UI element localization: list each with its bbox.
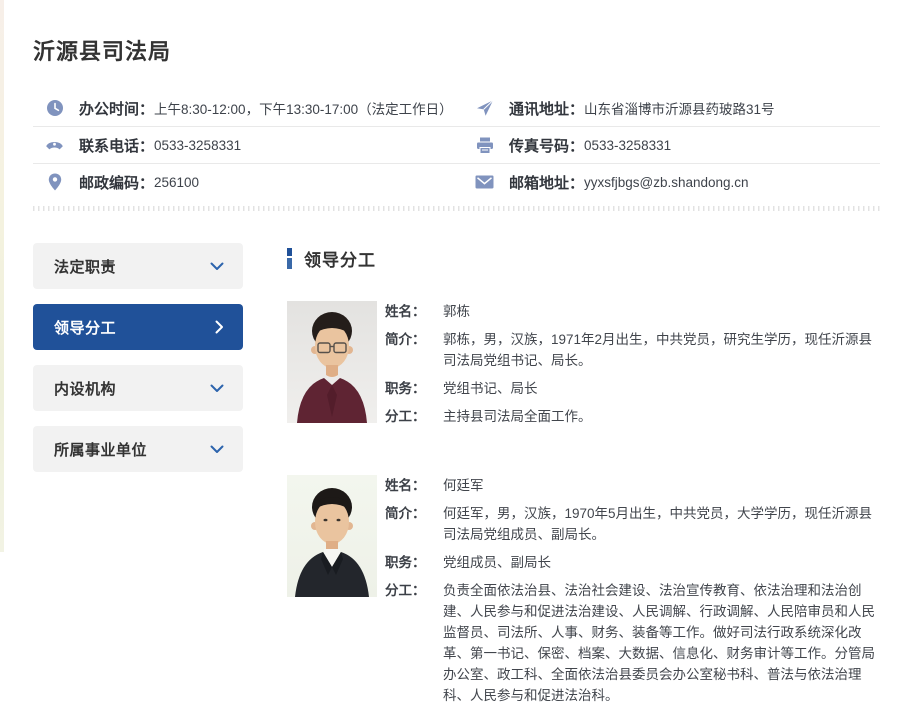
background-edge-strip	[0, 0, 4, 552]
contact-postal-code: 邮政编码： 256100	[33, 164, 450, 200]
sidebar-item-label: 内设机构	[54, 378, 116, 399]
fax-icon	[475, 136, 494, 155]
sidebar-item-label: 领导分工	[54, 317, 116, 338]
field-value: 郭栋，男，汉族，1971年2月出生，中共党员，研究生学历，现任沂源县司法局党组书…	[443, 329, 880, 371]
field-value: 负责全面依法治县、法治社会建设、法治宣传教育、依法治理和法治创建、人民参与和促进…	[443, 580, 880, 706]
leader-field-name: 姓名： 郭栋	[385, 301, 880, 322]
contact-info-panel: 办公时间： 上午8:30-12:00，下午13:30-17:00（法定工作日） …	[33, 90, 880, 200]
leader-fields: 姓名： 何廷军 简介： 何廷军，男，汉族，1970年5月出生，中共党员，大学学历…	[385, 475, 880, 706]
field-value: 主持县司法局全面工作。	[443, 406, 880, 427]
contact-phone: 联系电话： 0533-3258331	[33, 127, 450, 163]
field-label: 分工：	[385, 580, 443, 706]
field-value: 郭栋	[443, 301, 880, 322]
contact-row: 办公时间： 上午8:30-12:00，下午13:30-17:00（法定工作日） …	[33, 90, 880, 127]
section-marker	[287, 248, 292, 269]
field-label: 简介：	[385, 503, 443, 545]
sidebar-item-affiliated-units[interactable]: 所属事业单位	[33, 426, 243, 472]
content-area: 法定职责 领导分工 内设机构 所属事业单位	[33, 243, 880, 706]
leader-field-position: 职务： 党组书记、局长	[385, 378, 880, 399]
contact-value: 山东省淄博市沂源县药玻路31号	[584, 98, 775, 118]
field-label: 简介：	[385, 329, 443, 371]
field-value: 党组书记、局长	[443, 378, 880, 399]
contact-row: 邮政编码： 256100 邮箱地址： yyxsfjbgs@zb.shandong…	[33, 164, 880, 200]
contact-label: 办公时间：	[79, 98, 154, 119]
sidebar-item-internal-org[interactable]: 内设机构	[33, 365, 243, 411]
contact-label: 邮箱地址：	[509, 172, 584, 193]
leader-field-bio: 简介： 郭栋，男，汉族，1971年2月出生，中共党员，研究生学历，现任沂源县司法…	[385, 329, 880, 371]
contact-value: 0533-3258331	[154, 138, 241, 153]
dashed-divider	[33, 206, 880, 211]
sidebar-item-legal-duties[interactable]: 法定职责	[33, 243, 243, 289]
contact-value: 0533-3258331	[584, 138, 671, 153]
section-header: 领导分工	[287, 243, 880, 271]
contact-row: 联系电话： 0533-3258331 传真号码： 0533-3258331	[33, 127, 880, 164]
field-label: 职务：	[385, 378, 443, 399]
page-title: 沂源县司法局	[33, 34, 880, 66]
field-value: 党组成员、副局长	[443, 552, 880, 573]
sidebar: 法定职责 领导分工 内设机构 所属事业单位	[33, 243, 243, 487]
chevron-down-icon	[210, 262, 224, 271]
leader-card: 姓名： 郭栋 简介： 郭栋，男，汉族，1971年2月出生，中共党员，研究生学历，…	[287, 301, 880, 427]
contact-label: 邮政编码：	[79, 172, 154, 193]
leader-photo	[287, 301, 377, 423]
leader-card: 姓名： 何廷军 简介： 何廷军，男，汉族，1970年5月出生，中共党员，大学学历…	[287, 475, 880, 706]
field-value: 何廷军，男，汉族，1970年5月出生，中共党员，大学学历，现任沂源县司法局党组成…	[443, 503, 880, 545]
section-title: 领导分工	[304, 246, 376, 271]
navigation-icon	[475, 99, 494, 118]
chevron-right-icon	[215, 320, 224, 334]
contact-value: 256100	[154, 175, 199, 190]
field-label: 姓名：	[385, 475, 443, 496]
field-value: 何廷军	[443, 475, 880, 496]
leader-field-duties: 分工： 负责全面依法治县、法治社会建设、法治宣传教育、依法治理和法治创建、人民参…	[385, 580, 880, 706]
contact-office-hours: 办公时间： 上午8:30-12:00，下午13:30-17:00（法定工作日）	[33, 90, 450, 126]
leader-field-position: 职务： 党组成员、副局长	[385, 552, 880, 573]
leader-field-duties: 分工： 主持县司法局全面工作。	[385, 406, 880, 427]
contact-value: yyxsfjbgs@zb.shandong.cn	[584, 175, 749, 190]
location-pin-icon	[45, 173, 64, 192]
field-label: 分工：	[385, 406, 443, 427]
field-label: 职务：	[385, 552, 443, 573]
leader-fields: 姓名： 郭栋 简介： 郭栋，男，汉族，1971年2月出生，中共党员，研究生学历，…	[385, 301, 880, 427]
contact-email: 邮箱地址： yyxsfjbgs@zb.shandong.cn	[463, 164, 880, 200]
contact-label: 通讯地址：	[509, 98, 584, 119]
leader-field-bio: 简介： 何廷军，男，汉族，1970年5月出生，中共党员，大学学历，现任沂源县司法…	[385, 503, 880, 545]
leader-field-name: 姓名： 何廷军	[385, 475, 880, 496]
contact-mailing-address: 通讯地址： 山东省淄博市沂源县药玻路31号	[463, 90, 880, 126]
main-panel: 领导分工	[287, 243, 880, 706]
clock-icon	[45, 99, 64, 118]
contact-label: 传真号码：	[509, 135, 584, 156]
phone-icon	[45, 136, 64, 155]
page-container: 沂源县司法局 办公时间： 上午8:30-12:00，下午13:30-17:00（…	[0, 0, 912, 706]
contact-value: 上午8:30-12:00，下午13:30-17:00（法定工作日）	[154, 98, 450, 118]
contact-fax: 传真号码： 0533-3258331	[463, 127, 880, 163]
chevron-down-icon	[210, 445, 224, 454]
field-label: 姓名：	[385, 301, 443, 322]
contact-label: 联系电话：	[79, 135, 154, 156]
leader-photo	[287, 475, 377, 597]
sidebar-item-leadership-division[interactable]: 领导分工	[33, 304, 243, 350]
chevron-down-icon	[210, 384, 224, 393]
sidebar-item-label: 法定职责	[54, 256, 116, 277]
sidebar-item-label: 所属事业单位	[54, 439, 147, 460]
mail-icon	[475, 173, 494, 192]
